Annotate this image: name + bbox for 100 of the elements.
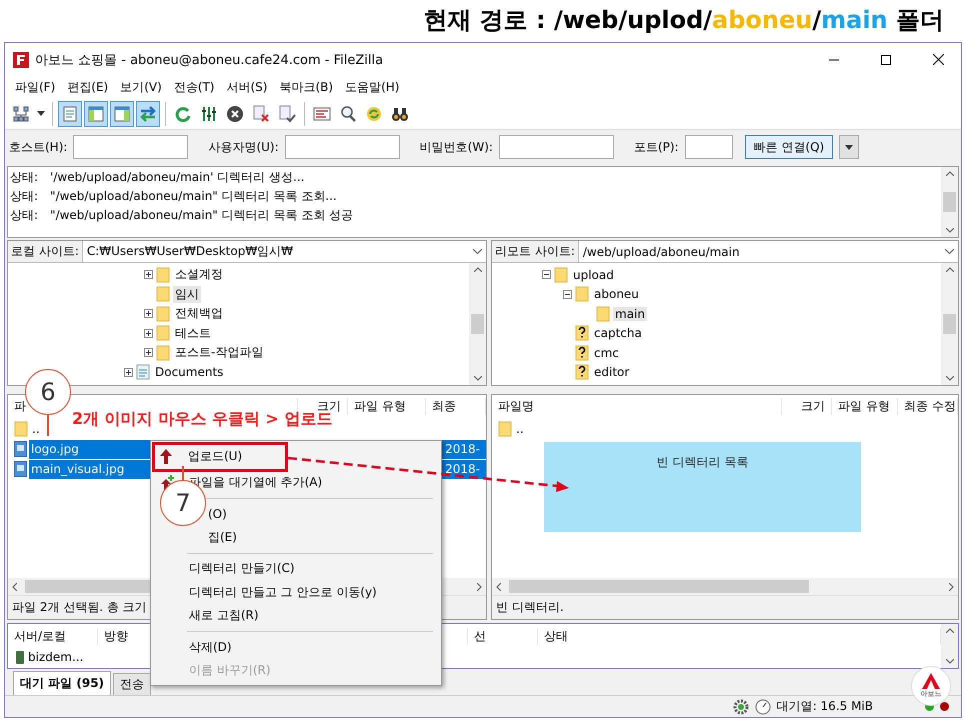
- log-icon: [61, 104, 79, 122]
- leader-line: [182, 466, 184, 482]
- document-icon: [136, 364, 150, 380]
- tree-item[interactable]: 테스트: [173, 324, 213, 342]
- menu-item[interactable]: 보기(V): [120, 78, 162, 96]
- tab[interactable]: 전송: [113, 673, 152, 695]
- tree-item[interactable]: 포스트-작업파일: [173, 344, 266, 362]
- column-header[interactable]: 방향: [104, 628, 128, 644]
- folder-icon: [14, 421, 28, 437]
- caret-icon: [37, 111, 45, 116]
- toolbar-button[interactable]: [110, 100, 134, 126]
- scroll-up-icon: [946, 171, 954, 176]
- scroll-thumb[interactable]: [509, 580, 809, 593]
- field-label: 호스트(H):: [9, 138, 68, 156]
- column-header[interactable]: 선: [474, 628, 486, 644]
- menu-item[interactable]: 업로드(U): [152, 445, 248, 468]
- chevron-down-icon: [473, 249, 482, 254]
- tree-item[interactable]: main: [613, 306, 647, 321]
- column-header[interactable]: 파일 유형: [354, 398, 406, 415]
- toolbar-button[interactable]: [58, 100, 82, 126]
- gauge-icon: [754, 698, 771, 714]
- window-title: 아보느 쇼핑몰 - aboneu@aboneu.cafe24.com - FileZilla: [35, 52, 384, 68]
- menu-item[interactable]: 서버(S): [226, 78, 268, 96]
- dropdown-button[interactable]: [839, 135, 860, 159]
- scrollbar[interactable]: [941, 167, 958, 237]
- scroll-thumb[interactable]: [943, 314, 956, 334]
- menu-item[interactable]: 전송(T): [174, 78, 214, 96]
- tree-item[interactable]: aboneu: [592, 287, 641, 302]
- log-label: 상태:: [10, 169, 38, 186]
- quickconnect-button[interactable]: 빠른 연결(Q): [744, 135, 834, 159]
- log-message: "/web/upload/aboneu/main" 디렉터리 목록 조회 성공: [50, 207, 354, 224]
- scroll-up-icon: [946, 267, 954, 272]
- menu-item[interactable]: 새로 고침(R): [153, 604, 265, 628]
- path-caption: 폴더: [894, 5, 944, 36]
- column-header[interactable]: 서버/로컬: [14, 628, 66, 644]
- menu-item[interactable]: 북마크(B): [279, 78, 334, 96]
- tab[interactable]: 대기 파일 (95): [13, 671, 112, 695]
- scroll-thumb[interactable]: [471, 314, 484, 334]
- column-header[interactable]: 최종 수정: [904, 398, 956, 415]
- scroll-thumb[interactable]: [943, 192, 956, 212]
- leader-line: [47, 414, 48, 436]
- menu-item[interactable]: 파일(F): [15, 78, 56, 96]
- menu-item[interactable]: 디렉터리 만들고 그 안으로 이동(y): [153, 580, 383, 604]
- refresh-icon: [174, 104, 192, 122]
- scrollbar[interactable]: [941, 624, 958, 668]
- file-row[interactable]: ..: [514, 420, 958, 438]
- input-field[interactable]: [498, 135, 614, 159]
- input-field[interactable]: [284, 135, 400, 159]
- tree-item[interactable]: editor: [592, 365, 632, 380]
- menu-item[interactable]: 도움말(H): [345, 78, 400, 96]
- scrollbar[interactable]: [492, 578, 958, 595]
- input-field[interactable]: [684, 135, 733, 159]
- expand-toggle[interactable]: [144, 348, 153, 358]
- queue-size: 대기열: 16.5 MiB: [776, 698, 873, 715]
- tree-item[interactable]: 전체백업: [173, 305, 225, 322]
- tree-item[interactable]: cmc: [592, 346, 621, 360]
- search-icon: [339, 104, 357, 122]
- path-dropdown[interactable]: /web/upload/aboneu/main: [578, 241, 958, 262]
- tree-item[interactable]: 소셜계정: [173, 266, 225, 284]
- scroll-down-icon: [474, 376, 482, 381]
- toolbar-button[interactable]: [84, 100, 108, 126]
- expand-toggle[interactable]: [144, 270, 153, 280]
- menu-item[interactable]: 집(E): [208, 526, 243, 549]
- unknown-folder-icon: [575, 364, 589, 380]
- menu-item[interactable]: 디렉터리 만들기(C): [153, 557, 301, 580]
- folder-icon: [156, 344, 170, 361]
- folder-icon: [498, 421, 512, 437]
- path-caption: main: [821, 6, 888, 34]
- scroll-down-icon: [946, 376, 954, 381]
- scrollbar[interactable]: [941, 263, 958, 385]
- menu-item[interactable]: (O): [208, 502, 233, 526]
- tree-item[interactable]: 임시: [173, 286, 201, 303]
- expand-toggle[interactable]: [124, 368, 133, 377]
- scroll-left-icon: [12, 582, 17, 590]
- column-header[interactable]: 파일 유형: [838, 398, 890, 415]
- tree-item[interactable]: upload: [571, 268, 616, 282]
- expand-toggle[interactable]: [144, 309, 153, 318]
- column-header[interactable]: 크기: [801, 398, 825, 415]
- menu-item[interactable]: 편집(E): [67, 78, 108, 96]
- log-message: "/web/upload/aboneu/main" 디렉터리 목록 조회...: [50, 188, 337, 205]
- column-header[interactable]: 파일명: [498, 398, 534, 415]
- column-header[interactable]: 최종: [432, 398, 456, 415]
- folder-icon: [156, 306, 170, 322]
- column-header[interactable]: 상태: [544, 628, 568, 644]
- expand-toggle[interactable]: [144, 328, 153, 338]
- column-header[interactable]: 파: [14, 398, 26, 415]
- reconnect-icon: [278, 104, 296, 122]
- collapse-toggle[interactable]: [542, 270, 551, 280]
- compare-icon: [313, 104, 331, 122]
- folder-icon: [156, 266, 170, 283]
- folder-icon: [554, 266, 568, 283]
- scrollbar[interactable]: [469, 263, 486, 385]
- tree-item[interactable]: captcha: [592, 326, 644, 340]
- tree-item[interactable]: Documents: [153, 365, 226, 380]
- app-logo-icon: [13, 52, 29, 68]
- path-dropdown[interactable]: C:₩Users₩User₩Desktop₩임시₩: [82, 241, 486, 262]
- input-field[interactable]: [73, 135, 188, 159]
- collapse-toggle[interactable]: [563, 290, 572, 299]
- server-tree-icon: [12, 104, 30, 122]
- menu-item[interactable]: 삭제(D): [153, 636, 238, 659]
